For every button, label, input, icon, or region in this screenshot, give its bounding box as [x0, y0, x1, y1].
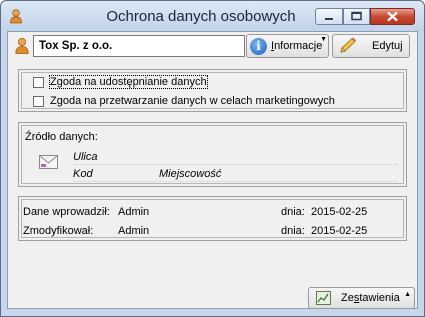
company-name-field[interactable]: Tox Sp. z o.o.	[33, 35, 245, 57]
modified-by-label: Zmodyfikował:	[23, 225, 94, 237]
envelope-icon[interactable]	[39, 155, 58, 169]
app-person-icon[interactable]	[8, 8, 24, 24]
minimize-icon	[325, 18, 333, 20]
postal-code-field[interactable]: Kod	[73, 168, 93, 180]
consent-sharing-label[interactable]: Zgoda na udostępnianie danych	[49, 75, 208, 89]
modified-date-label: dnia:	[281, 225, 305, 237]
header-row: Tox Sp. z o.o. i Informacje ▼ Edytuj	[8, 32, 417, 60]
modified-date-value: 2015-02-25	[311, 225, 368, 237]
info-button-label: Informacje	[271, 40, 322, 52]
info-button[interactable]: i Informacje ▼	[246, 34, 329, 58]
summary-button[interactable]: Zestawienia ▲	[308, 287, 415, 309]
edit-button[interactable]: Edytuj	[332, 34, 410, 58]
dropup-arrow-icon: ▲	[404, 291, 411, 298]
entered-by-value: Admin	[118, 206, 150, 218]
title-bar[interactable]: Ochrona danych osobowych	[1, 1, 424, 31]
person-icon	[15, 38, 29, 54]
consent-sharing-checkbox[interactable]	[33, 76, 44, 88]
data-source-label: Źródło danych:	[25, 131, 98, 143]
entered-date-value: 2015-02-25	[311, 206, 368, 218]
maximize-icon	[351, 11, 362, 21]
info-button-label-rest: nformacje	[274, 40, 323, 52]
summary-button-label-rest: tawienia	[359, 292, 400, 304]
close-icon	[387, 11, 398, 22]
consent-marketing-row[interactable]: Zgoda na przetwarzanie danych w celach m…	[33, 94, 335, 108]
consent-marketing-checkbox[interactable]	[33, 95, 44, 107]
minimize-button[interactable]	[315, 8, 343, 25]
record-info-panel: Dane wprowadził: Admin dnia: 2015-02-25 …	[18, 196, 407, 241]
window: Ochrona danych osobowych Tox Sp. z o.o.	[0, 0, 425, 317]
street-field[interactable]: Ulica	[73, 151, 97, 163]
city-field[interactable]: Miejscowość	[159, 168, 221, 180]
data-source-panel: Źródło danych: Ulica Kod Miejscowość	[18, 122, 407, 187]
summary-button-label-prefix: Ze	[341, 292, 354, 304]
consents-panel: Zgoda na udostępnianie danych Zgoda na p…	[18, 69, 407, 112]
edit-button-label: Edytuj	[372, 40, 403, 52]
modified-by-value: Admin	[118, 225, 150, 237]
close-button[interactable]	[370, 8, 415, 25]
consent-marketing-label[interactable]: Zgoda na przetwarzanie danych w celach m…	[50, 95, 335, 107]
entered-by-label: Dane wprowadził:	[23, 206, 110, 218]
street-field-line	[73, 164, 398, 165]
postal-code-line	[73, 181, 398, 182]
summary-button-label: Zestawienia	[341, 292, 400, 304]
window-title: Ochrona danych osobowych	[106, 8, 296, 25]
consent-sharing-row[interactable]: Zgoda na udostępnianie danych	[33, 75, 208, 89]
info-icon: i	[250, 37, 267, 55]
dropdown-arrow-icon: ▼	[320, 36, 327, 43]
maximize-button[interactable]	[343, 8, 370, 25]
chart-icon	[316, 291, 331, 305]
pencil-icon	[340, 37, 356, 53]
client-area: Tox Sp. z o.o. i Informacje ▼ Edytuj Zgo…	[7, 31, 418, 309]
entered-date-label: dnia:	[281, 206, 305, 218]
